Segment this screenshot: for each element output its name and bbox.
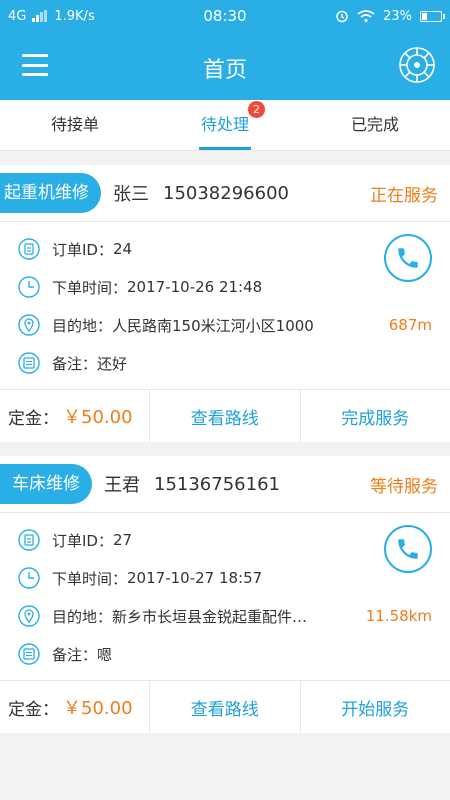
note-icon xyxy=(18,352,40,374)
order-card-header: 车床维修 王君 15136756161 等待服务 xyxy=(0,456,450,513)
location-pin-icon xyxy=(18,314,40,336)
note-icon xyxy=(18,643,40,665)
note-label: 备注： xyxy=(52,645,98,664)
count-badge: 2 xyxy=(248,101,265,118)
phone-icon xyxy=(398,248,418,268)
order-id-row: 订单ID： 27 xyxy=(0,521,450,559)
destination-row: 目的地： 人民路南150米江河小区1000 687m xyxy=(0,306,450,344)
order-card: 起重机维修 张三 15038296600 正在服务 订单ID： 24 下单时间：… xyxy=(0,165,450,442)
tab-label: 待接单 xyxy=(50,115,99,134)
view-route-button[interactable]: 查看路线 xyxy=(150,390,301,442)
complete-service-button[interactable]: 完成服务 xyxy=(301,390,450,442)
clipboard-icon xyxy=(18,529,40,551)
clock-icon xyxy=(18,276,40,298)
order-time-value: 2017-10-26 21:48 xyxy=(127,278,263,296)
destination-value: 新乡市长垣县金锐起重配件… xyxy=(112,607,308,626)
tab-label: 已完成 xyxy=(350,115,399,134)
order-time-row: 下单时间： 2017-10-26 21:48 xyxy=(0,268,450,306)
customer-phone: 15038296600 xyxy=(163,182,289,204)
service-type-tag: 车床维修 xyxy=(0,464,92,504)
order-id-value: 24 xyxy=(112,240,133,258)
location-pin-icon xyxy=(18,605,40,627)
settings-wheel-icon[interactable] xyxy=(398,46,436,84)
order-details: 订单ID： 27 下单时间： 2017-10-27 18:57 目的地： 新乡市… xyxy=(0,513,450,681)
tab-pending-accept[interactable]: 待接单 xyxy=(0,100,150,150)
order-status: 正在服务 xyxy=(370,185,438,206)
tab-completed[interactable]: 已完成 xyxy=(300,100,450,150)
deposit-label: 定金： xyxy=(8,699,59,720)
clock-icon xyxy=(18,567,40,589)
deposit: 定金： ￥50.00 xyxy=(0,681,150,733)
note-label: 备注： xyxy=(52,354,98,373)
note-value: 嗯 xyxy=(97,645,113,664)
order-details: 订单ID： 24 下单时间： 2017-10-26 21:48 目的地： 人民路… xyxy=(0,222,450,390)
deposit-amount: ￥50.00 xyxy=(63,407,133,428)
destination-label: 目的地： xyxy=(52,316,113,335)
order-id-label: 订单ID： xyxy=(52,531,113,550)
order-time-row: 下单时间： 2017-10-27 18:57 xyxy=(0,559,450,597)
deposit: 定金： ￥50.00 xyxy=(0,390,150,442)
order-time-label: 下单时间： xyxy=(52,569,128,588)
note-row: 备注： 还好 xyxy=(0,344,450,382)
deposit-amount: ￥50.00 xyxy=(63,698,133,719)
order-card: 车床维修 王君 15136756161 等待服务 订单ID： 27 下单时间： … xyxy=(0,456,450,733)
active-tab-indicator xyxy=(199,147,251,150)
status-bar: 4G 1.9K/s 08:30 23% xyxy=(0,0,450,32)
tab-label: 待处理 xyxy=(200,115,249,134)
tab-pending-process[interactable]: 待处理 2 xyxy=(150,100,300,150)
order-time-label: 下单时间： xyxy=(52,278,128,297)
view-route-button[interactable]: 查看路线 xyxy=(150,681,301,733)
order-id-value: 27 xyxy=(112,531,133,549)
note-row: 备注： 嗯 xyxy=(0,635,450,673)
distance: 11.58km xyxy=(365,607,432,625)
order-card-footer: 定金： ￥50.00 查看路线 完成服务 xyxy=(0,390,450,442)
order-id-row: 订单ID： 24 xyxy=(0,230,450,268)
battery-icon xyxy=(420,10,445,22)
order-card-footer: 定金： ￥50.00 查看路线 开始服务 xyxy=(0,681,450,733)
customer-name: 张三 xyxy=(113,184,149,205)
order-id-label: 订单ID： xyxy=(52,240,113,259)
app-header: 4G 1.9K/s 08:30 23% 首页 xyxy=(0,0,450,100)
order-card-header: 起重机维修 张三 15038296600 正在服务 xyxy=(0,165,450,222)
service-type-tag: 起重机维修 xyxy=(0,173,101,213)
page-title: 首页 xyxy=(202,58,247,83)
note-value: 还好 xyxy=(97,354,128,373)
distance: 687m xyxy=(388,316,432,334)
destination-value: 人民路南150米江河小区1000 xyxy=(112,316,314,335)
start-service-button[interactable]: 开始服务 xyxy=(301,681,450,733)
destination-row: 目的地： 新乡市长垣县金锐起重配件… 11.58km xyxy=(0,597,450,635)
clock: 08:30 xyxy=(203,7,247,25)
call-button[interactable] xyxy=(384,525,432,573)
call-button[interactable] xyxy=(384,234,432,282)
customer-name: 王君 xyxy=(104,475,140,496)
clipboard-icon xyxy=(18,238,40,260)
destination-label: 目的地： xyxy=(52,607,113,626)
order-time-value: 2017-10-27 18:57 xyxy=(127,569,263,587)
deposit-label: 定金： xyxy=(8,408,59,429)
nav-bar: 首页 xyxy=(0,32,450,100)
phone-icon xyxy=(398,539,418,559)
customer-phone: 15136756161 xyxy=(154,473,280,495)
order-status: 等待服务 xyxy=(370,476,438,497)
tab-bar: 待接单 待处理 2 已完成 xyxy=(0,100,450,151)
